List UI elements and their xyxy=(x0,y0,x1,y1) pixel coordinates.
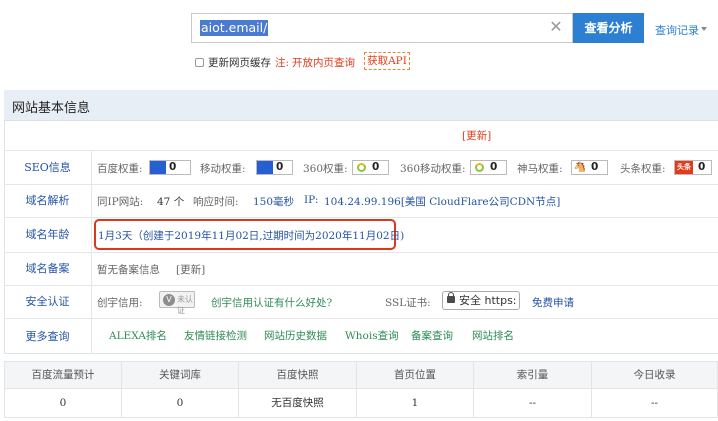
seo-360mobile-badge[interactable]: 0 xyxy=(470,160,507,175)
seo-mobile-badge[interactable]: 🐾 0 xyxy=(256,160,293,175)
icp-update-link[interactable]: [更新] xyxy=(176,262,205,277)
stats-value-traffic: 0 xyxy=(5,389,122,417)
link-alexa[interactable]: ALEXA排名 xyxy=(109,328,167,343)
refresh-row: 更新网页缓存 注: 开放内页查询 xyxy=(195,54,355,70)
history-link[interactable]: 查询记录 xyxy=(655,22,699,38)
seo-shenma-label: 神马权重: xyxy=(517,163,563,175)
stats-header-snapshot: 百度快照 xyxy=(239,362,357,388)
label-domain: 域名解析 xyxy=(4,185,92,217)
apply-ssl-link[interactable]: 免费申请 xyxy=(532,295,574,310)
stats-value-index: -- xyxy=(474,389,592,417)
seo-toutiao-badge[interactable]: 头条 0 xyxy=(674,160,712,175)
seo-shenma-badge[interactable]: 🐴 0 xyxy=(571,160,608,175)
label-icp: 域名备案 xyxy=(4,253,92,285)
table-divider xyxy=(5,388,717,389)
seo-baidu-badge[interactable]: 🐾 0 xyxy=(149,160,191,175)
stats-value-home-position[interactable]: 1 xyxy=(357,389,474,417)
panel-header xyxy=(4,90,718,121)
link-site-rank[interactable]: 网站排名 xyxy=(472,328,514,343)
label-seo: SEO信息 xyxy=(4,151,92,184)
search-box[interactable]: aiot.email/ ✕ xyxy=(191,13,573,43)
seo-360-badge[interactable]: 0 xyxy=(352,160,389,175)
note-text[interactable]: 开放内页查询 xyxy=(292,55,355,70)
link-icp-query[interactable]: 备案查询 xyxy=(411,328,453,343)
search-input-text: aiot.email/ xyxy=(200,20,269,36)
note-prefix: 注: xyxy=(275,56,290,69)
get-api-button[interactable]: 获取API xyxy=(364,52,410,70)
page-title: 网站基本信息 xyxy=(12,101,91,116)
response-value: 150毫秒 xyxy=(253,196,295,208)
same-ip-value[interactable]: 47 个 xyxy=(157,194,184,209)
link-history[interactable]: 网站历史数据 xyxy=(264,328,327,343)
link-whois[interactable]: Whois查询 xyxy=(345,328,399,343)
cert-badge[interactable]: V 未认证 xyxy=(159,291,195,315)
link-friend-check[interactable]: 友情链接检测 xyxy=(184,328,247,343)
seo-toutiao-label: 头条权重: xyxy=(620,163,666,175)
credit-benefit-link[interactable]: 创宇信用认证有什么好处? xyxy=(211,295,332,310)
update-link[interactable]: [更新] xyxy=(462,128,491,143)
360-icon xyxy=(353,161,369,174)
chevron-down-icon[interactable] xyxy=(701,27,707,31)
shenma-icon: 🐴 xyxy=(573,162,587,173)
stats-header-traffic: 百度流量预计 xyxy=(5,362,122,388)
refresh-cache-checkbox[interactable] xyxy=(195,57,204,67)
credit-label: 创宇信用: xyxy=(97,297,143,309)
stats-header-keywords: 关键词库 xyxy=(122,362,239,388)
icp-value: 暂无备案信息 xyxy=(97,264,160,276)
stats-header-home-position: 首页位置 xyxy=(357,362,474,388)
close-icon[interactable]: ✕ xyxy=(548,19,564,35)
ip-value[interactable]: 104.24.99.196[美国 CloudFlare公司CDN节点] xyxy=(324,194,560,209)
stats-value-today: -- xyxy=(650,397,659,409)
ip-label: IP: xyxy=(304,194,319,206)
analyze-button[interactable]: 查看分析 xyxy=(573,13,644,43)
label-security: 安全认证 xyxy=(4,286,92,318)
stats-value-keywords[interactable]: 0 xyxy=(122,389,239,417)
refresh-cache-label[interactable]: 更新网页缓存 xyxy=(208,55,271,70)
seo-360mobile-label: 360移动权重: xyxy=(400,163,466,175)
stats-header-today: 今日收录 xyxy=(592,362,717,388)
label-more: 更多查询 xyxy=(4,319,92,354)
seo-360-label: 360权重: xyxy=(303,163,348,175)
stats-value-snapshot[interactable]: 无百度快照 xyxy=(239,389,357,417)
paw-icon: 🐾 xyxy=(257,161,273,174)
label-age: 域名年龄 xyxy=(4,218,92,252)
ssl-label: SSL证书: xyxy=(385,297,431,309)
paw-icon: 🐾 xyxy=(150,161,166,174)
seo-mobile-label: 移动权重: xyxy=(200,163,246,175)
seo-baidu-label: 百度权重: xyxy=(97,163,143,175)
lock-icon xyxy=(447,292,455,303)
360-icon xyxy=(471,161,487,174)
verify-icon: V xyxy=(163,294,175,306)
response-label: 响应时间: xyxy=(193,196,239,208)
stats-header-index: 索引量 xyxy=(474,362,592,388)
domain-age-value: 1月3天（创建于2019年11月02日,过期时间为2020年11月02日) xyxy=(98,230,405,242)
same-ip-label: 同IP网站: xyxy=(97,196,144,208)
https-badge[interactable]: 安全 https: xyxy=(442,291,520,310)
toutiao-icon: 头条 xyxy=(675,161,693,174)
